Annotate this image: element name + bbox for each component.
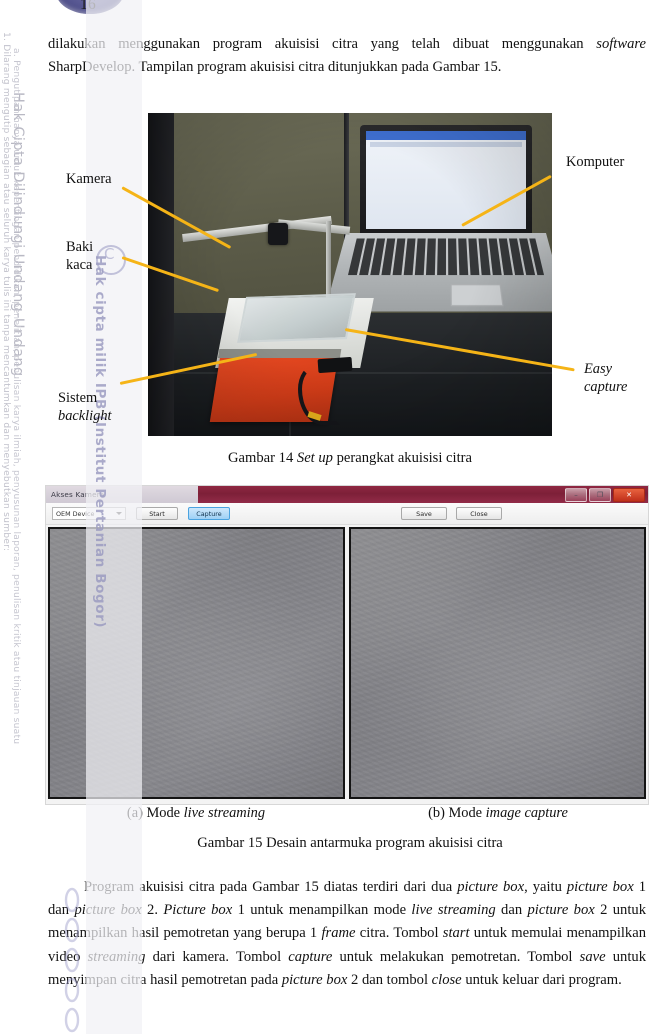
label-baki-kaca: Baki kaca	[66, 239, 94, 273]
watermark-line-1: 1. Dilarang mengutip sebagian atau selur…	[1, 32, 12, 552]
chevron-down-icon	[116, 512, 122, 515]
figure-14-caption: Gambar 14 Set up perangkat akuisisi citr…	[170, 450, 530, 467]
figure-15-subcaptions: (a) Mode live streaming (b) Mode image c…	[45, 805, 649, 822]
close-button[interactable]: Close	[456, 507, 502, 520]
chain-watermark-icon	[64, 887, 80, 1033]
subcaption-b-prefix: (b) Mode	[428, 805, 486, 821]
window-titlebar: Akses Kamera – ❐ ✕	[46, 486, 648, 503]
subcaption-b: (b) Mode image capture	[347, 805, 649, 822]
document-page: 16 dilakukan menggunakan program akuisis…	[0, 0, 649, 1034]
minimize-button[interactable]: –	[565, 488, 587, 502]
watermark-title: Hak Cipta Dilindungi Undang-Undang	[10, 92, 26, 377]
capture-button[interactable]: Capture	[188, 507, 230, 520]
label-kamera: Kamera	[66, 171, 112, 187]
subcaption-a-mode: live streaming	[183, 805, 266, 821]
copyright-icon	[96, 245, 126, 275]
label-sistem-backlight: Sistem backlight	[58, 390, 112, 424]
picture-box-2[interactable]	[349, 527, 646, 799]
device-select[interactable]: OEM Device	[52, 507, 126, 520]
paragraph-bottom: Program akuisisi citra pada Gambar 15 di…	[48, 876, 646, 992]
figure-15-caption: Gambar 15 Desain antarmuka program akuis…	[197, 835, 503, 851]
subcaption-b-mode: image capture	[485, 805, 568, 821]
picture-box-container	[46, 525, 648, 802]
device-select-value: OEM Device	[56, 509, 95, 518]
window-controls: – ❐ ✕	[565, 488, 645, 502]
maximize-button[interactable]: ❐	[589, 488, 611, 502]
photo-setup	[148, 113, 552, 436]
photo-vignette	[148, 113, 552, 436]
figure-14-caption-text: Gambar 14 Set up perangkat akuisisi citr…	[228, 450, 472, 466]
subcaption-a: (a) Mode live streaming	[45, 805, 347, 822]
paragraph-top-text: dilakukan menggunakan program akuisisi c…	[48, 36, 646, 76]
figure-14-image	[148, 113, 552, 436]
label-easy-capture: Easy capture	[584, 361, 628, 395]
app-toolbar: OEM Device Start Capture Save Close	[46, 503, 648, 525]
subcaption-a-prefix: (a) Mode	[126, 805, 184, 821]
page-number: 16	[80, 0, 96, 13]
close-window-button[interactable]: ✕	[613, 488, 645, 502]
label-komputer: Komputer	[566, 154, 625, 170]
paragraph-bottom-text: Program akuisisi citra pada Gambar 15 di…	[48, 879, 646, 988]
figure-15-image: Akses Kamera – ❐ ✕ OEM Device Start Capt…	[45, 485, 649, 805]
save-button[interactable]: Save	[401, 507, 447, 520]
picture-box-1[interactable]	[48, 527, 345, 799]
paragraph-top: dilakukan menggunakan program akuisisi c…	[48, 33, 646, 79]
watermark-line-2: a. Pengutipan hanya untuk kepentingan pe…	[11, 48, 22, 745]
start-button[interactable]: Start	[136, 507, 178, 520]
window-title: Akses Kamera	[51, 490, 105, 499]
